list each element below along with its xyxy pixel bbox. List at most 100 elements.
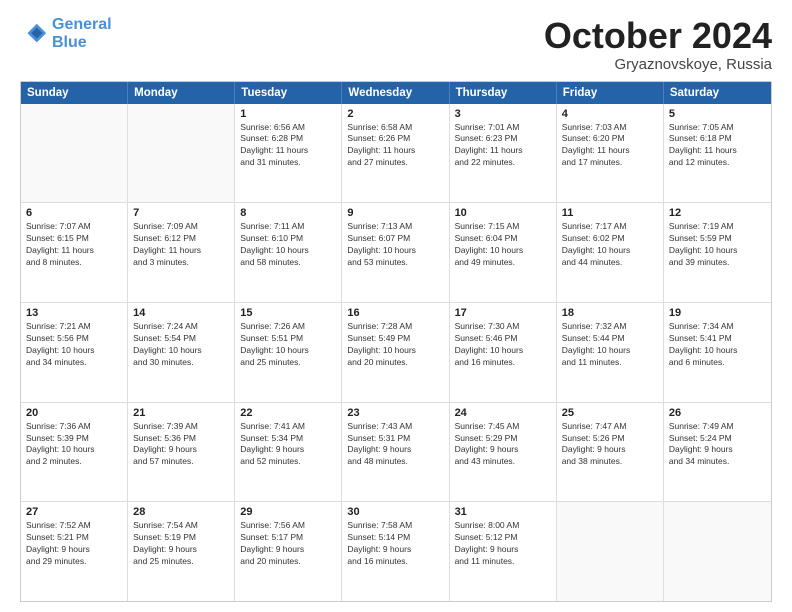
day-info: Sunrise: 7:58 AM Sunset: 5:14 PM Dayligh… (347, 520, 443, 568)
calendar-cell: 5Sunrise: 7:05 AM Sunset: 6:18 PM Daylig… (664, 104, 771, 203)
calendar-cell: 1 Sunrise: 6:56 AM Sunset: 6:28 PM Daylig… (235, 104, 342, 203)
day-info: Sunrise: 7:05 AM Sunset: 6:18 PM Dayligh… (669, 122, 766, 170)
day-number: 12 (669, 207, 766, 219)
weekday-header: Thursday (450, 82, 557, 104)
day-info: Sunrise: 7:54 AM Sunset: 5:19 PM Dayligh… (133, 520, 229, 568)
calendar-cell: 21Sunrise: 7:39 AM Sunset: 5:36 PM Dayli… (128, 403, 235, 502)
weekday-header: Saturday (664, 82, 771, 104)
day-number: 2 (347, 108, 443, 120)
calendar-row: 27Sunrise: 7:52 AM Sunset: 5:21 PM Dayli… (21, 502, 771, 601)
day-number: 1 (240, 108, 336, 120)
day-info: Sunrise: 7:49 AM Sunset: 5:24 PM Dayligh… (669, 421, 766, 469)
calendar-body: 1 Sunrise: 6:56 AM Sunset: 6:28 PM Daylig… (21, 104, 771, 601)
logo: General Blue (20, 16, 112, 51)
calendar-cell: 18 Sunrise: 7:32 AM Sunset: 5:44 PM Dayli… (557, 303, 664, 402)
day-info: Sunrise: 7:26 AM Sunset: 5:51 PM Dayligh… (240, 321, 336, 369)
weekday-header: Friday (557, 82, 664, 104)
calendar-cell: 27Sunrise: 7:52 AM Sunset: 5:21 PM Dayli… (21, 502, 128, 601)
day-number: 24 (455, 407, 551, 419)
day-number: 26 (669, 407, 766, 419)
day-number: 7 (133, 207, 229, 219)
calendar-cell (21, 104, 128, 203)
calendar-cell: 12 Sunrise: 7:19 AM Sunset: 5:59 PM Dayli… (664, 203, 771, 302)
day-info: Sunrise: 7:07 AM Sunset: 6:15 PM Dayligh… (26, 221, 122, 269)
day-info: Sunrise: 7:01 AM Sunset: 6:23 PM Dayligh… (455, 122, 551, 170)
weekday-header: Sunday (21, 82, 128, 104)
calendar-cell: 8Sunrise: 7:11 AM Sunset: 6:10 PM Daylig… (235, 203, 342, 302)
calendar-cell: 15 Sunrise: 7:26 AM Sunset: 5:51 PM Dayli… (235, 303, 342, 402)
calendar-cell: 2 Sunrise: 6:58 AM Sunset: 6:26 PM Daylig… (342, 104, 449, 203)
calendar-cell: 28 Sunrise: 7:54 AM Sunset: 5:19 PM Dayli… (128, 502, 235, 601)
day-number: 6 (26, 207, 122, 219)
calendar-cell: 30Sunrise: 7:58 AM Sunset: 5:14 PM Dayli… (342, 502, 449, 601)
calendar-row: 1 Sunrise: 6:56 AM Sunset: 6:28 PM Daylig… (21, 104, 771, 204)
day-info: Sunrise: 7:34 AM Sunset: 5:41 PM Dayligh… (669, 321, 766, 369)
calendar-row: 13Sunrise: 7:21 AM Sunset: 5:56 PM Dayli… (21, 303, 771, 403)
day-info: Sunrise: 7:52 AM Sunset: 5:21 PM Dayligh… (26, 520, 122, 568)
location: Gryaznovskoye, Russia (544, 56, 772, 73)
calendar-cell: 26 Sunrise: 7:49 AM Sunset: 5:24 PM Dayli… (664, 403, 771, 502)
calendar-cell (557, 502, 664, 601)
calendar-cell: 13Sunrise: 7:21 AM Sunset: 5:56 PM Dayli… (21, 303, 128, 402)
day-number: 23 (347, 407, 443, 419)
calendar-cell: 14Sunrise: 7:24 AM Sunset: 5:54 PM Dayli… (128, 303, 235, 402)
calendar-row: 6 Sunrise: 7:07 AM Sunset: 6:15 PM Daylig… (21, 203, 771, 303)
day-number: 16 (347, 307, 443, 319)
day-info: Sunrise: 7:39 AM Sunset: 5:36 PM Dayligh… (133, 421, 229, 469)
calendar-cell: 10 Sunrise: 7:15 AM Sunset: 6:04 PM Dayli… (450, 203, 557, 302)
day-number: 15 (240, 307, 336, 319)
day-info: Sunrise: 7:13 AM Sunset: 6:07 PM Dayligh… (347, 221, 443, 269)
day-number: 25 (562, 407, 658, 419)
day-info: Sunrise: 7:28 AM Sunset: 5:49 PM Dayligh… (347, 321, 443, 369)
day-info: Sunrise: 7:47 AM Sunset: 5:26 PM Dayligh… (562, 421, 658, 469)
calendar-cell: 17 Sunrise: 7:30 AM Sunset: 5:46 PM Dayli… (450, 303, 557, 402)
calendar-cell: 29 Sunrise: 7:56 AM Sunset: 5:17 PM Dayli… (235, 502, 342, 601)
calendar-cell: 3Sunrise: 7:01 AM Sunset: 6:23 PM Daylig… (450, 104, 557, 203)
day-number: 18 (562, 307, 658, 319)
day-info: Sunrise: 7:56 AM Sunset: 5:17 PM Dayligh… (240, 520, 336, 568)
day-number: 31 (455, 506, 551, 518)
day-number: 28 (133, 506, 229, 518)
calendar-cell: 6 Sunrise: 7:07 AM Sunset: 6:15 PM Daylig… (21, 203, 128, 302)
title-block: October 2024 Gryaznovskoye, Russia (544, 16, 772, 73)
day-info: Sunrise: 7:19 AM Sunset: 5:59 PM Dayligh… (669, 221, 766, 269)
day-number: 11 (562, 207, 658, 219)
day-info: Sunrise: 8:00 AM Sunset: 5:12 PM Dayligh… (455, 520, 551, 568)
calendar-cell: 20Sunrise: 7:36 AM Sunset: 5:39 PM Dayli… (21, 403, 128, 502)
calendar-header: SundayMondayTuesdayWednesdayThursdayFrid… (21, 82, 771, 104)
day-info: Sunrise: 7:24 AM Sunset: 5:54 PM Dayligh… (133, 321, 229, 369)
day-number: 10 (455, 207, 551, 219)
calendar-row: 20Sunrise: 7:36 AM Sunset: 5:39 PM Dayli… (21, 403, 771, 503)
day-info: Sunrise: 7:03 AM Sunset: 6:20 PM Dayligh… (562, 122, 658, 170)
calendar: SundayMondayTuesdayWednesdayThursdayFrid… (20, 81, 772, 602)
calendar-cell: 11 Sunrise: 7:17 AM Sunset: 6:02 PM Dayli… (557, 203, 664, 302)
page: General Blue October 2024 Gryaznovskoye,… (0, 0, 792, 612)
day-info: Sunrise: 7:21 AM Sunset: 5:56 PM Dayligh… (26, 321, 122, 369)
day-number: 19 (669, 307, 766, 319)
calendar-cell: 24 Sunrise: 7:45 AM Sunset: 5:29 PM Dayli… (450, 403, 557, 502)
weekday-header: Tuesday (235, 82, 342, 104)
header: General Blue October 2024 Gryaznovskoye,… (20, 16, 772, 73)
day-number: 8 (240, 207, 336, 219)
day-info: Sunrise: 7:15 AM Sunset: 6:04 PM Dayligh… (455, 221, 551, 269)
day-number: 17 (455, 307, 551, 319)
weekday-header: Wednesday (342, 82, 449, 104)
calendar-cell (664, 502, 771, 601)
calendar-cell: 7Sunrise: 7:09 AM Sunset: 6:12 PM Daylig… (128, 203, 235, 302)
day-info: Sunrise: 7:17 AM Sunset: 6:02 PM Dayligh… (562, 221, 658, 269)
day-info: Sunrise: 6:58 AM Sunset: 6:26 PM Dayligh… (347, 122, 443, 170)
day-number: 29 (240, 506, 336, 518)
day-info: Sunrise: 7:45 AM Sunset: 5:29 PM Dayligh… (455, 421, 551, 469)
day-info: Sunrise: 7:43 AM Sunset: 5:31 PM Dayligh… (347, 421, 443, 469)
month-title: October 2024 (544, 16, 772, 56)
day-info: Sunrise: 6:56 AM Sunset: 6:28 PM Dayligh… (240, 122, 336, 170)
day-info: Sunrise: 7:32 AM Sunset: 5:44 PM Dayligh… (562, 321, 658, 369)
day-number: 22 (240, 407, 336, 419)
calendar-cell: 22 Sunrise: 7:41 AM Sunset: 5:34 PM Dayli… (235, 403, 342, 502)
logo-text: General Blue (52, 16, 112, 51)
calendar-cell: 16 Sunrise: 7:28 AM Sunset: 5:49 PM Dayli… (342, 303, 449, 402)
day-number: 4 (562, 108, 658, 120)
day-number: 9 (347, 207, 443, 219)
day-info: Sunrise: 7:30 AM Sunset: 5:46 PM Dayligh… (455, 321, 551, 369)
day-info: Sunrise: 7:41 AM Sunset: 5:34 PM Dayligh… (240, 421, 336, 469)
